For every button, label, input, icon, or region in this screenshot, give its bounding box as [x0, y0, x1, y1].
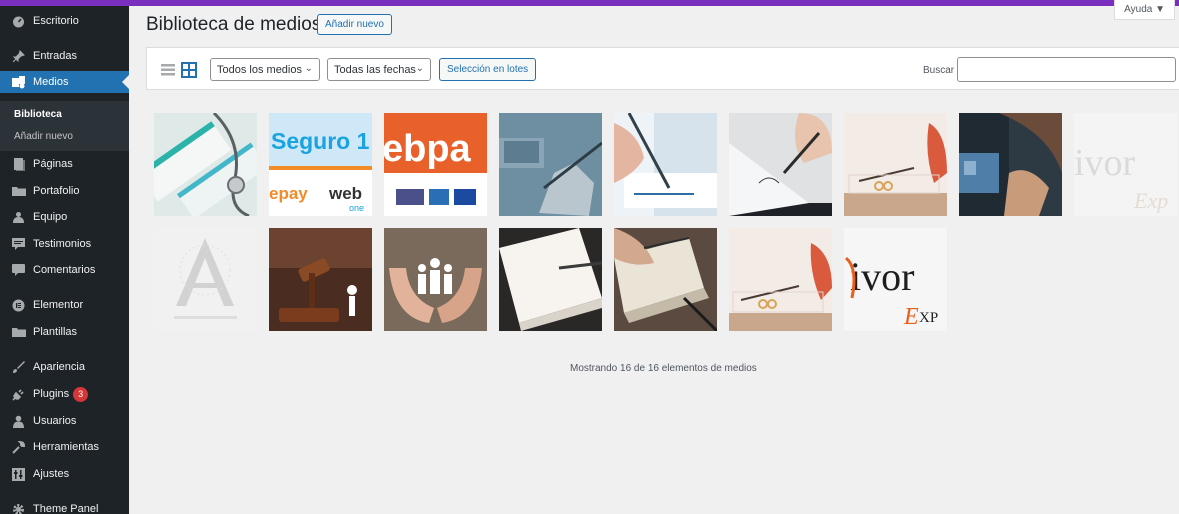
brush-icon	[11, 360, 26, 375]
media-item[interactable]	[729, 228, 832, 331]
sidebar-item-label: Plugins	[33, 388, 70, 400]
divorce-logo-text: ivor	[850, 254, 914, 299]
plug-icon	[11, 387, 26, 402]
folder-icon	[11, 184, 26, 199]
media-toolbar: Todos los medios ⌄ Todas las fechas ⌄ Se…	[146, 47, 1179, 90]
svg-text:E: E	[903, 304, 919, 330]
testimonial-icon	[11, 237, 26, 252]
sidebar-item-apariencia[interactable]: Apariencia	[0, 356, 129, 378]
media-item[interactable]: ebpa	[384, 113, 487, 216]
gear-icon	[11, 502, 26, 514]
sidebar-item-label: Testimonios	[33, 238, 92, 250]
media-icon	[11, 75, 26, 90]
media-item[interactable]: ivor Exp	[1074, 113, 1177, 216]
sidebar-item-entradas[interactable]: Entradas	[0, 45, 129, 67]
svg-text:epay: epay	[269, 184, 308, 203]
svg-text:one: one	[349, 203, 364, 213]
sidebar-item-label: Páginas	[33, 158, 73, 170]
media-item[interactable]	[729, 113, 832, 216]
date-filter-value: Todas las fechas	[334, 63, 416, 76]
grid-view-icon[interactable]	[181, 62, 197, 78]
sidebar-item-label: Plantillas	[33, 326, 78, 338]
sidebar-item-label: Entradas	[33, 50, 78, 62]
user-icon	[11, 414, 26, 429]
update-count-badge: 3	[73, 386, 89, 402]
divorce-logo-text: ivor	[1074, 142, 1136, 184]
sidebar-item-label: Portafolio	[33, 185, 80, 197]
sidebar-item-label: Herramientas	[33, 441, 100, 453]
date-filter[interactable]: Todas las fechas ⌄	[327, 58, 431, 81]
sidebar-item-label: Ajustes	[33, 468, 70, 480]
people-icon	[11, 210, 26, 225]
sidebar-item-portafolio[interactable]: Portafolio	[0, 180, 129, 202]
chevron-down-icon: ⌄	[304, 63, 313, 74]
wrench-icon	[11, 440, 26, 455]
media-item[interactable]	[499, 228, 602, 331]
active-indicator	[122, 75, 129, 89]
media-type-filter-value: Todos los medios	[217, 63, 302, 76]
sidebar-item-ajustes[interactable]: Ajustes	[0, 463, 129, 485]
list-view-icon[interactable]	[160, 62, 176, 78]
pin-icon	[11, 49, 26, 64]
media-item[interactable]	[499, 113, 602, 216]
chevron-down-icon: ⌄	[415, 63, 424, 74]
media-item[interactable]	[614, 113, 717, 216]
sidebar-item-escritorio[interactable]: Escritorio	[0, 10, 129, 32]
sidebar-item-label: Comentarios	[33, 264, 96, 276]
seguro-logo-text: Seguro 1	[271, 128, 370, 154]
sidebar-item-label: Theme Panel	[33, 503, 99, 514]
media-item[interactable]	[614, 228, 717, 331]
media-item[interactable]	[269, 228, 372, 331]
media-item[interactable]	[959, 113, 1062, 216]
svg-text:XP: XP	[919, 310, 938, 326]
media-count-text: Mostrando 16 de 16 elementos de medios	[570, 363, 757, 374]
comment-icon	[11, 263, 26, 278]
sidebar-item-label: Apariencia	[33, 361, 85, 373]
sidebar-item-label: Equipo	[33, 211, 68, 223]
page-icon	[11, 157, 26, 172]
sidebar-item-herramientas[interactable]: Herramientas	[0, 436, 129, 458]
sidebar-item-equipo[interactable]: Equipo	[0, 206, 129, 228]
sidebar-item-comentarios[interactable]: Comentarios	[0, 259, 129, 281]
media-library-content: Biblioteca de medios Añadir nuevo Ayuda …	[129, 0, 1179, 514]
dashboard-icon	[11, 14, 26, 29]
sidebar-item-testimonios[interactable]: Testimonios	[0, 233, 129, 255]
media-type-filter[interactable]: Todos los medios ⌄	[210, 58, 320, 81]
sidebar-item-plantillas[interactable]: Plantillas	[0, 321, 129, 343]
sidebar-item-plugins[interactable]: Plugins 3	[0, 383, 129, 405]
media-item[interactable]: ivor E XP	[844, 228, 947, 331]
folder-icon	[11, 325, 26, 340]
search-input[interactable]	[957, 57, 1176, 82]
sidebar-item-label: Medios	[33, 76, 69, 88]
media-item[interactable]	[844, 113, 947, 216]
sidebar-item-paginas[interactable]: Páginas	[0, 153, 129, 175]
media-item[interactable]	[154, 113, 257, 216]
search-label: Buscar	[923, 65, 955, 76]
svg-text:web: web	[328, 184, 362, 203]
sidebar-item-label: Elementor	[33, 299, 84, 311]
submenu-add-new[interactable]: Añadir nuevo	[14, 131, 73, 142]
sidebar-item-label: Usuarios	[33, 415, 77, 427]
submenu-biblioteca[interactable]: Biblioteca	[14, 109, 62, 120]
media-item[interactable]: Seguro 1 epay web one	[269, 113, 372, 216]
settings-icon	[11, 467, 26, 482]
add-new-button[interactable]: Añadir nuevo	[317, 14, 392, 35]
sidebar-item-theme-panel[interactable]: Theme Panel	[0, 498, 129, 514]
svg-text:Exp: Exp	[1133, 188, 1168, 213]
media-item[interactable]	[384, 228, 487, 331]
page-title: Biblioteca de medios	[146, 14, 322, 35]
elementor-icon	[11, 298, 26, 313]
help-tab[interactable]: Ayuda ▼	[1114, 0, 1175, 20]
admin-sidebar: Escritorio Entradas Medios Biblioteca Añ…	[0, 6, 129, 514]
sidebar-item-elementor[interactable]: Elementor	[0, 294, 129, 316]
svg-text:ebpa: ebpa	[384, 128, 472, 170]
sidebar-item-label: Escritorio	[33, 15, 79, 27]
media-item[interactable]	[154, 228, 257, 331]
sidebar-item-usuarios[interactable]: Usuarios	[0, 410, 129, 432]
bulk-select-button[interactable]: Selección en lotes	[439, 58, 537, 81]
media-submenu: Biblioteca Añadir nuevo	[0, 101, 129, 151]
sidebar-item-medios[interactable]: Medios	[0, 71, 129, 93]
